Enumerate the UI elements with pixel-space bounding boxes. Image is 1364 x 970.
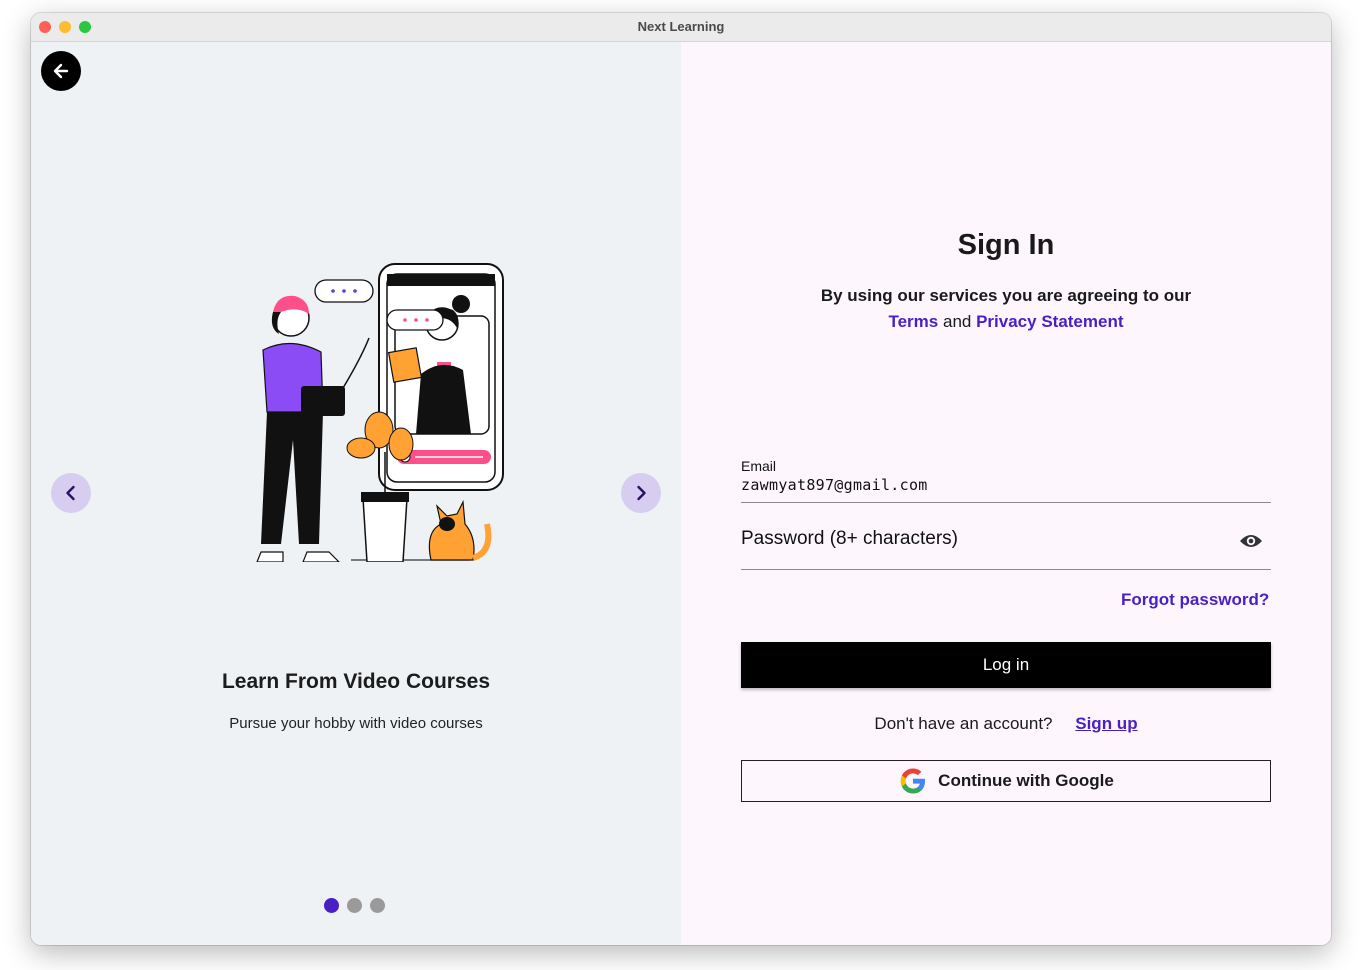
next-slide-button[interactable] [621,473,661,513]
agreement-text: By using our services you are agreeing t… [820,286,1192,305]
terms-link[interactable]: Terms [888,312,938,331]
login-button[interactable]: Log in [741,642,1271,688]
video-course-illustration [256,263,504,562]
carousel-dot-3[interactable] [370,898,385,913]
back-button[interactable] [41,51,81,91]
password-underline [741,569,1271,570]
chevron-left-icon [66,485,75,501]
previous-slide-button[interactable] [51,473,91,513]
email-input[interactable]: zawmyat897@gmail.com [741,476,928,494]
and-text: and [942,312,972,331]
chevron-right-icon [637,485,646,501]
forgot-password-link[interactable]: Forgot password? [1121,590,1269,610]
window-title: Next Learning [637,19,725,34]
email-underline [741,502,1271,503]
signup-row: Don't have an account? Sign up [681,714,1331,734]
password-input[interactable]: Password (8+ characters) [741,528,958,550]
email-label: Email [741,458,777,474]
app-window: Next Learning Learn From Video Courses P… [31,13,1331,945]
slide-subtitle: Pursue your hobby with video courses [229,715,483,732]
onboarding-panel: Learn From Video Courses Pursue your hob… [31,42,681,945]
signin-title: Sign In [957,229,1055,261]
no-account-text: Don't have an account? [874,714,1053,733]
privacy-statement-link[interactable]: Privacy Statement [976,312,1123,331]
google-button-label: Continue with Google [938,771,1114,790]
continue-with-google-button[interactable]: Continue with Google [741,760,1271,802]
carousel-dot-1[interactable] [324,898,339,913]
signup-link[interactable]: Sign up [1075,714,1137,733]
signin-panel: Sign In By using our services you are ag… [681,42,1331,945]
google-icon [900,768,926,794]
slide-title: Learn From Video Courses [221,670,491,693]
back-arrow-icon [53,63,69,79]
eye-icon[interactable] [1239,532,1263,550]
agreement-links: Terms and Privacy Statement [681,312,1331,332]
title-bar: Next Learning [31,13,1331,42]
carousel-dot-2[interactable] [347,898,362,913]
